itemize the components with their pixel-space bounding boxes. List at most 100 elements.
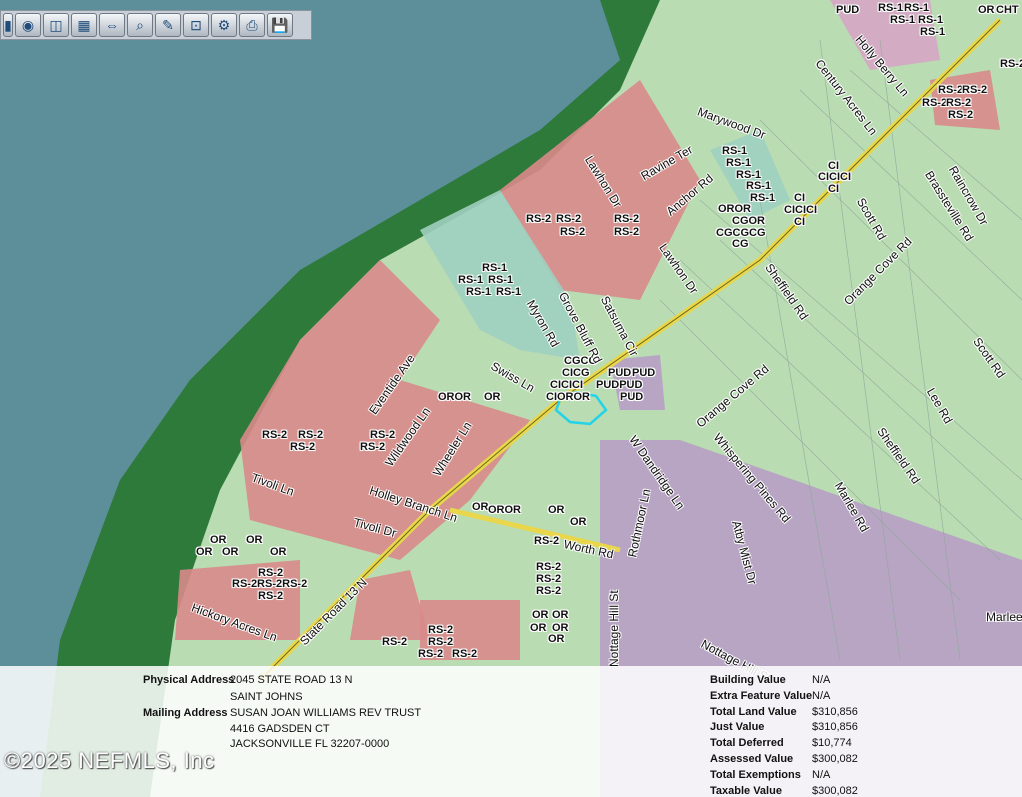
select-icon[interactable]: ⊡ bbox=[183, 13, 209, 37]
zoning-label: RS-1 bbox=[918, 14, 944, 26]
zoning-label: RS-2 bbox=[946, 97, 972, 109]
zoning-label: RS-2 bbox=[560, 226, 586, 238]
zoning-label: RS-2 bbox=[370, 429, 396, 441]
zoom-search-icon[interactable]: ⌕ bbox=[127, 13, 153, 37]
measure-icon[interactable]: ⇔ bbox=[99, 13, 125, 37]
print-icon[interactable]: ⎙ bbox=[239, 13, 265, 37]
zoning-label: CICICI bbox=[550, 379, 583, 391]
value-label: Building Value bbox=[710, 674, 786, 686]
value-amount: N/A bbox=[812, 689, 831, 702]
value-label: Just Value bbox=[710, 721, 765, 734]
zoning-label: RS-1 bbox=[482, 262, 508, 274]
map-toolbar: ▮ ◉ ◫ ▦ ⇔ ⌕ ✎ ⊡ ⚙ ⎙ 💾 bbox=[0, 10, 312, 40]
zoning-label: CICICI bbox=[784, 204, 817, 216]
zoning-label: RS-2 bbox=[536, 573, 562, 585]
mailing-address-line3: JACKSONVILLE FL 32207-0000 bbox=[230, 738, 390, 750]
value-label: Assessed Value bbox=[710, 753, 794, 765]
zoning-label: RS-1 bbox=[904, 2, 930, 14]
value-label: Total Land Value bbox=[710, 705, 797, 718]
zoning-label: OR bbox=[552, 609, 569, 621]
zoning-label: RS-2 bbox=[938, 84, 964, 96]
zoning-label: RS-1 bbox=[496, 286, 522, 298]
mailing-address-line2: 4416 GADSDEN CT bbox=[230, 723, 330, 735]
zoning-label: OR bbox=[570, 516, 587, 528]
zoning-label: RS-2 bbox=[298, 429, 324, 441]
zoning-label: PUD bbox=[620, 391, 644, 403]
zoning-label: CIOROR bbox=[546, 391, 590, 403]
zoning-label: OR bbox=[210, 534, 227, 546]
zoning-label: RS-2 bbox=[452, 648, 478, 660]
zoning-label: RS-2 bbox=[526, 213, 552, 225]
zoning-label: RS-2 bbox=[536, 585, 562, 597]
zoning-label: OR bbox=[532, 609, 549, 621]
camera-icon[interactable]: ◫ bbox=[43, 13, 69, 37]
value-label: Extra Feature Value bbox=[710, 689, 813, 702]
road-label: Nottage Hill St bbox=[607, 590, 621, 667]
zoning-label: RS-2RS-2RS-2 bbox=[232, 578, 308, 590]
zoning-label: RS-2 bbox=[290, 441, 316, 453]
value-amount: N/A bbox=[812, 768, 831, 781]
zoning-label: OR bbox=[484, 391, 501, 403]
zoning-label: RS-1 bbox=[878, 2, 904, 14]
save-icon[interactable]: 💾 bbox=[267, 13, 293, 37]
zoning-label: RS-1 bbox=[750, 192, 776, 204]
road-label: Marlee bbox=[986, 610, 1022, 624]
zoning-label: PUD bbox=[632, 367, 656, 379]
zoning-label: RS-2 bbox=[1000, 58, 1022, 70]
zoning-label: OROR bbox=[718, 203, 751, 215]
map-image-icon[interactable]: ▦ bbox=[71, 13, 97, 37]
zoning-label: RS-2 bbox=[360, 441, 386, 453]
physical-address-line1: 2045 STATE ROAD 13 N bbox=[230, 674, 353, 686]
zoning-label: RS-2 bbox=[418, 648, 444, 660]
pencil-icon[interactable]: ✎ bbox=[155, 13, 181, 37]
physical-address-line2: SAINT JOHNS bbox=[230, 691, 303, 703]
value-label: Taxable Value bbox=[710, 784, 782, 797]
zoning-label: OR bbox=[270, 546, 287, 558]
zoning-label: CICICI bbox=[818, 171, 851, 183]
value-label: Total Deferred bbox=[710, 737, 784, 750]
zoning-label: OR bbox=[548, 633, 565, 645]
partial-tool-icon[interactable]: ▮ bbox=[3, 13, 13, 37]
property-info-panel: Physical Address 2045 STATE ROAD 13 N SA… bbox=[0, 666, 1022, 797]
zoning-label: RS-2 bbox=[556, 213, 582, 225]
zoning-label: OR bbox=[548, 504, 565, 516]
zoning-label: OROR bbox=[488, 504, 521, 516]
copyright-watermark: ©2025 NEFMLS, Inc bbox=[4, 748, 215, 773]
zoning-label: RS-2 bbox=[614, 226, 640, 238]
zoning-label: CI bbox=[794, 192, 805, 204]
zoning-label: RS-2 bbox=[614, 213, 640, 225]
zoning-label: CICG bbox=[562, 367, 590, 379]
value-amount: $300,082 bbox=[812, 753, 858, 765]
layers-icon[interactable]: ◉ bbox=[15, 13, 41, 37]
zoning-label: CI bbox=[794, 216, 805, 228]
mailing-address-line1: SUSAN JOAN WILLIAMS REV TRUST bbox=[230, 707, 422, 719]
zoning-label: OR bbox=[246, 534, 263, 546]
tools-icon[interactable]: ⚙ bbox=[211, 13, 237, 37]
zoning-label: PUD bbox=[836, 4, 860, 16]
zoning-label: OR bbox=[196, 546, 213, 558]
zoning-label: RS-2 bbox=[428, 624, 454, 636]
zoning-label: PUD bbox=[608, 367, 632, 379]
value-amount: $310,856 bbox=[812, 705, 858, 718]
zoning-label: RS-2 bbox=[428, 636, 454, 648]
zoning-label: CHT bbox=[996, 4, 1019, 16]
zoning-label: CI bbox=[828, 183, 839, 195]
value-amount: $10,774 bbox=[812, 737, 852, 750]
value-amount: $300,082 bbox=[812, 784, 858, 797]
zoning-label: RS-2 bbox=[258, 590, 284, 602]
zoning-label: RS-1 bbox=[746, 180, 772, 192]
value-amount: $310,856 bbox=[812, 721, 858, 734]
zoning-label: OR bbox=[530, 622, 547, 634]
zoning-label: CG bbox=[732, 238, 749, 250]
zoning-label: RS-1 bbox=[890, 14, 916, 26]
zoning-label: RS-1 bbox=[726, 157, 752, 169]
zoning-label: RS-1 bbox=[466, 286, 492, 298]
zoning-label: OROR bbox=[438, 391, 471, 403]
physical-address-label: Physical Address bbox=[143, 674, 235, 686]
zoning-label: RS-2 bbox=[536, 561, 562, 573]
zoning-label: CGOR bbox=[732, 215, 765, 227]
zoning-label: RS-2 bbox=[948, 109, 974, 121]
zoning-label: RS-1 bbox=[722, 145, 748, 157]
zoning-label: RS-2 bbox=[262, 429, 288, 441]
zoning-label: PUDPUD bbox=[596, 379, 643, 391]
